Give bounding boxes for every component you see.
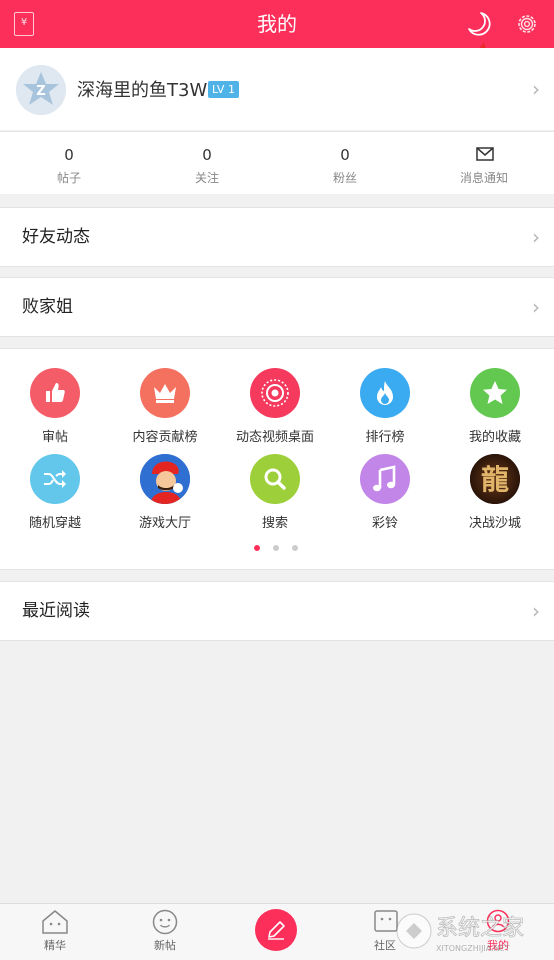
friends-activity-row[interactable]: 好友动态 › — [0, 207, 554, 267]
profile-card[interactable]: Z 深海里的鱼T3W LV 1 › — [0, 48, 554, 130]
stats-bar: 0 帖子 0 关注 0 粉丝 消息通知 — [0, 131, 554, 194]
grid-item-shacheng[interactable]: 龍 决战沙城 — [440, 454, 550, 534]
grid-label: 排行榜 — [365, 430, 405, 445]
row-label: 最近阅读 — [22, 601, 90, 621]
settings-gear-icon[interactable] — [514, 11, 540, 37]
smile-icon — [152, 909, 178, 935]
grid-item-ringtone[interactable]: 彩铃 — [330, 454, 440, 534]
grid-item-video-desktop[interactable]: 动态视频桌面 — [220, 368, 330, 448]
level-badge: LV 1 — [208, 81, 239, 98]
feature-grid: 审帖 内容贡献榜 动态视频桌面 排行榜 我的收藏 随机穿越 游戏大厅 搜索 彩铃… — [0, 348, 554, 570]
page-dot[interactable] — [273, 545, 279, 551]
target-icon — [250, 368, 300, 418]
coin-glyph: ¥ — [20, 17, 28, 28]
pencil-icon — [255, 909, 297, 951]
stat-label: 关注 — [194, 171, 219, 185]
dragon-avatar-icon: 龍 — [470, 454, 520, 504]
page-dot-active[interactable] — [254, 545, 260, 551]
nav-label: 新帖 — [154, 939, 176, 952]
stat-label: 帖子 — [56, 171, 81, 185]
shuffle-icon — [30, 454, 80, 504]
grid-item-search[interactable]: 搜索 — [220, 454, 330, 534]
nav-item-featured[interactable]: 精华 — [0, 904, 110, 960]
stat-label: 粉丝 — [332, 171, 357, 185]
svg-text:Z: Z — [36, 84, 45, 99]
grid-label: 审帖 — [41, 430, 68, 445]
svg-text:龍: 龍 — [481, 463, 509, 496]
night-mode-moon-icon[interactable] — [464, 9, 494, 39]
grid-label: 搜索 — [261, 516, 288, 531]
chevron-right-icon: › — [532, 295, 540, 319]
coin-icon[interactable]: ¥ — [14, 12, 34, 36]
page-dot[interactable] — [292, 545, 298, 551]
nav-label: 精华 — [44, 939, 66, 952]
row-label: 败家姐 — [22, 297, 73, 317]
stat-value: 0 — [64, 146, 74, 164]
mario-avatar-icon — [140, 454, 190, 504]
grid-item-favorites[interactable]: 我的收藏 — [440, 368, 550, 448]
watermark-logo: 系统之家 XITONGZHIJIA.NET — [396, 913, 524, 953]
search-icon — [250, 454, 300, 504]
grid-item-review[interactable]: 审帖 — [0, 368, 110, 448]
baijiajie-row[interactable]: 败家姐 › — [0, 277, 554, 337]
grid-item-ranking[interactable]: 排行榜 — [330, 368, 440, 448]
stat-followers[interactable]: 0 粉丝 — [276, 132, 414, 194]
grid-label: 内容贡献榜 — [132, 430, 198, 445]
row-label: 好友动态 — [22, 227, 90, 247]
grid-label: 动态视频桌面 — [235, 430, 314, 445]
grid-label: 随机穿越 — [28, 516, 81, 531]
grid-label: 决战沙城 — [468, 516, 521, 531]
recent-reading-row[interactable]: 最近阅读 › — [0, 581, 554, 641]
music-note-icon — [360, 454, 410, 504]
thumbs-up-icon — [30, 368, 80, 418]
grid-item-random[interactable]: 随机穿越 — [0, 454, 110, 534]
avatar[interactable]: Z — [16, 65, 66, 115]
chevron-right-icon: › — [532, 599, 540, 623]
stat-messages[interactable]: 消息通知 — [414, 132, 554, 194]
svg-text:系统之家: 系统之家 — [436, 916, 524, 941]
chevron-right-icon: › — [532, 225, 540, 249]
mail-icon — [476, 147, 494, 161]
grid-label: 彩铃 — [371, 516, 398, 531]
grid-label: 游戏大厅 — [138, 516, 191, 531]
stat-following[interactable]: 0 关注 — [138, 132, 276, 194]
nav-item-compose[interactable] — [220, 904, 330, 960]
flame-icon — [360, 368, 410, 418]
nav-item-new-posts[interactable]: 新帖 — [110, 904, 220, 960]
svg-text:XITONGZHIJIA.NET: XITONGZHIJIA.NET — [436, 944, 510, 953]
stat-label: 消息通知 — [459, 171, 508, 185]
grid-item-contribution[interactable]: 内容贡献榜 — [110, 368, 220, 448]
star-icon — [470, 368, 520, 418]
crown-icon — [140, 368, 190, 418]
chevron-right-icon: › — [532, 77, 540, 101]
grid-label: 我的收藏 — [468, 430, 521, 445]
stat-posts[interactable]: 0 帖子 — [0, 132, 138, 194]
stat-value: 0 — [340, 146, 350, 164]
home-face-icon — [42, 910, 68, 934]
stat-value: 0 — [202, 146, 212, 164]
username: 深海里的鱼T3W — [77, 80, 208, 101]
grid-item-game-hall[interactable]: 游戏大厅 — [110, 454, 220, 534]
